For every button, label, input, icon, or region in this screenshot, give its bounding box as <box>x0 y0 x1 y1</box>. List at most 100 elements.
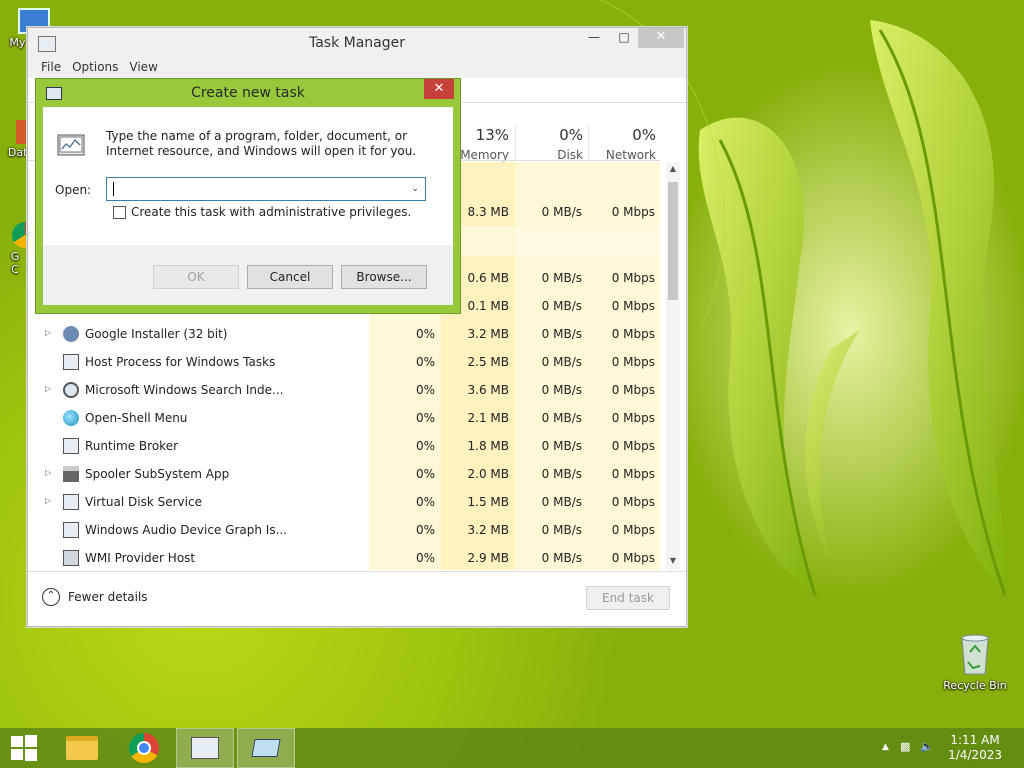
taskbar-chrome[interactable] <box>116 728 174 768</box>
dialog-message: Type the name of a program, folder, docu… <box>106 129 417 158</box>
fewer-details-label: Fewer details <box>68 590 148 604</box>
task-manager-footer: ⌃ Fewer details End task <box>28 571 686 626</box>
disk-cell: 0 MB/s <box>541 523 582 537</box>
taskbar: ▲ ▩ 🔈 1:11 AM 1/4/2023 <box>0 728 1024 768</box>
network-cell: 0 Mbps <box>611 411 655 425</box>
taskbar-file-explorer[interactable] <box>54 728 112 768</box>
windows-logo-icon <box>11 735 37 761</box>
menu-view[interactable]: View <box>124 58 163 78</box>
disk-cell: 0 MB/s <box>541 467 582 481</box>
process-name: Virtual Disk Service <box>85 495 202 509</box>
create-new-task-dialog[interactable]: Create new task ✕ Type the name of a pro… <box>35 78 461 314</box>
memory-cell: 3.2 MB <box>467 327 509 341</box>
scrollbar-thumb[interactable] <box>668 182 678 300</box>
end-task-button[interactable]: End task <box>586 586 670 610</box>
expand-arrow-icon[interactable]: ▷ <box>45 384 51 393</box>
dialog-titlebar[interactable]: Create new task ✕ <box>36 79 460 107</box>
network-icon[interactable]: ▩ <box>900 740 910 753</box>
memory-cell: 2.5 MB <box>467 355 509 369</box>
system-tray: ▲ ▩ 🔈 1:11 AM 1/4/2023 <box>864 728 1024 768</box>
volume-icon[interactable]: 🔈 <box>920 740 934 753</box>
process-name: Open-Shell Menu <box>85 411 188 425</box>
run-dialog-icon <box>57 134 85 156</box>
maximize-button[interactable]: □ <box>610 28 638 48</box>
network-cell: 0 Mbps <box>611 355 655 369</box>
chevron-up-icon[interactable]: ▲ <box>882 742 889 752</box>
browse-button[interactable]: Browse... <box>341 265 427 289</box>
search-indexer-icon <box>63 382 79 398</box>
clock[interactable]: 1:11 AM 1/4/2023 <box>948 733 1002 763</box>
network-cell: 0 Mbps <box>611 495 655 509</box>
cpu-cell: 0% <box>415 355 435 369</box>
network-cell: 0 Mbps <box>611 327 655 341</box>
cpu-cell: 0% <box>415 327 435 341</box>
process-name: WMI Provider Host <box>85 551 196 565</box>
table-row[interactable]: Host Process for Windows Tasks 0% 2.5 MB… <box>28 348 658 376</box>
disk-cell: 0 MB/s <box>541 271 582 285</box>
column-network[interactable]: 0% Network <box>588 126 656 162</box>
dialog-close-button[interactable]: ✕ <box>424 79 454 99</box>
network-cell: 0 Mbps <box>611 551 655 565</box>
table-row[interactable]: Open-Shell Menu 0% 2.1 MB 0 MB/s 0 Mbps <box>28 404 658 432</box>
cpu-cell: 0% <box>415 439 435 453</box>
chevron-down-icon[interactable]: ⌄ <box>407 180 423 198</box>
shell-icon <box>63 410 79 426</box>
expand-arrow-icon[interactable]: ▷ <box>45 328 51 337</box>
disk-cell: 0 MB/s <box>541 355 582 369</box>
network-cell: 0 Mbps <box>611 383 655 397</box>
table-row[interactable]: Windows Audio Device Graph Is... 0% 3.2 … <box>28 516 658 544</box>
fewer-details-button[interactable]: ⌃ Fewer details <box>42 588 148 606</box>
desktop-icon-recycle-bin[interactable]: Recycle Bin <box>939 632 1011 692</box>
close-button[interactable]: ✕ <box>638 28 684 48</box>
dialog-title: Create new task <box>191 85 305 101</box>
table-row[interactable]: ▷ Spooler SubSystem App 0% 2.0 MB 0 MB/s… <box>28 460 658 488</box>
disk-cell: 0 MB/s <box>541 383 582 397</box>
menu-file[interactable]: File <box>36 58 67 78</box>
task-manager-titlebar[interactable]: Task Manager — □ ✕ <box>28 28 686 58</box>
chrome-icon <box>129 733 159 763</box>
admin-privileges-checkbox[interactable]: Create this task with administrative pri… <box>113 205 411 219</box>
taskbar-run[interactable] <box>237 728 295 768</box>
cpu-cell: 0% <box>415 523 435 537</box>
checkbox-box[interactable] <box>113 205 126 219</box>
column-disk[interactable]: 0% Disk <box>515 126 583 162</box>
dialog-body: Type the name of a program, folder, docu… <box>43 107 453 305</box>
disk-percent: 0% <box>559 126 583 144</box>
table-row[interactable]: ▷ Microsoft Windows Search Inde... 0% 3.… <box>28 376 658 404</box>
printer-icon <box>63 466 79 482</box>
cpu-cell: 0% <box>415 411 435 425</box>
disk-cell: 0 MB/s <box>541 327 582 341</box>
start-button[interactable] <box>0 728 46 768</box>
network-cell: 0 Mbps <box>611 205 655 219</box>
network-percent: 0% <box>632 126 656 144</box>
cancel-button[interactable]: Cancel <box>247 265 333 289</box>
desktop-icon-label: G C <box>10 250 20 276</box>
taskbar-task-manager[interactable] <box>176 728 234 768</box>
expand-arrow-icon[interactable]: ▷ <box>45 496 51 505</box>
table-row[interactable]: Runtime Broker 0% 1.8 MB 0 MB/s 0 Mbps <box>28 432 658 460</box>
table-row[interactable]: ▷ Google Installer (32 bit) 0% 3.2 MB 0 … <box>28 320 658 348</box>
window-app-icon <box>63 438 79 454</box>
cpu-cell: 0% <box>415 551 435 565</box>
cpu-cell: 0% <box>415 383 435 397</box>
expand-arrow-icon[interactable]: ▷ <box>45 468 51 477</box>
table-row[interactable]: ▷ Virtual Disk Service 0% 1.5 MB 0 MB/s … <box>28 488 658 516</box>
table-row[interactable]: WMI Provider Host 0% 2.9 MB 0 MB/s 0 Mbp… <box>28 544 658 572</box>
minimize-button[interactable]: — <box>580 28 608 48</box>
menu-options[interactable]: Options <box>67 58 124 78</box>
network-cell: 0 Mbps <box>611 439 655 453</box>
process-name: Microsoft Windows Search Inde... <box>85 383 284 397</box>
window-app-icon <box>63 494 79 510</box>
process-name: Google Installer (32 bit) <box>85 327 228 341</box>
task-manager-icon <box>191 737 219 759</box>
clock-time: 1:11 AM <box>950 733 1000 747</box>
cpu-cell: 0% <box>415 495 435 509</box>
scroll-up-icon[interactable]: ▲ <box>666 164 680 178</box>
open-combobox[interactable]: ⌄ <box>106 177 426 201</box>
recycle-bin-icon <box>961 634 989 675</box>
wmi-icon <box>63 550 79 566</box>
vertical-scrollbar[interactable]: ▲ ▼ <box>666 162 680 570</box>
folder-icon <box>66 736 98 760</box>
scroll-down-icon[interactable]: ▼ <box>666 556 680 570</box>
ok-button[interactable]: OK <box>153 265 239 289</box>
